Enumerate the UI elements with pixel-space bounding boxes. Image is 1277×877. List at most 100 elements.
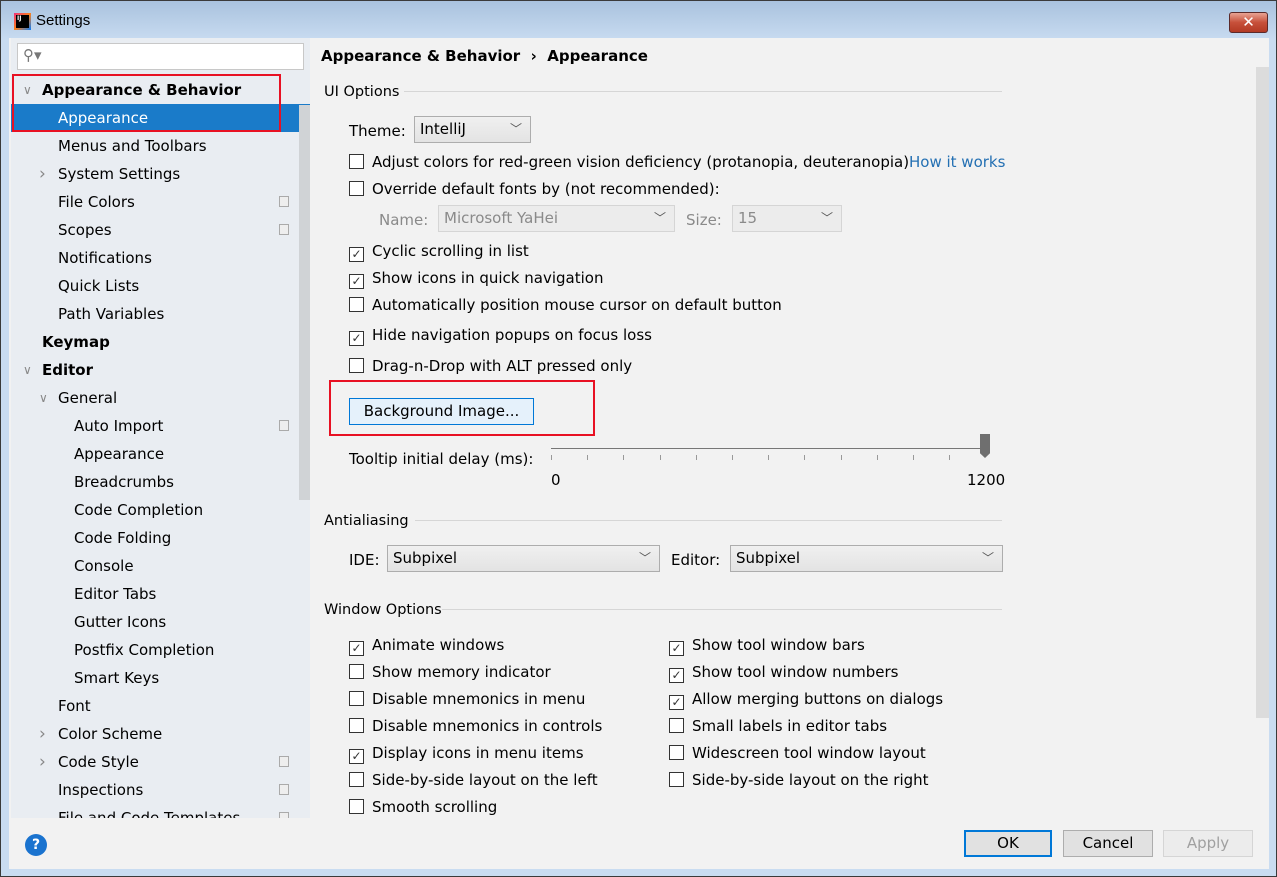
slider-track[interactable] (551, 448, 985, 449)
checkbox-box (669, 772, 684, 787)
sidebar-item-code-style[interactable]: › Code Style (11, 748, 297, 776)
chevron-right-icon[interactable]: › (39, 748, 46, 776)
checkbox-label: Widescreen tool window layout (692, 744, 926, 762)
sidebar-item-label: Menus and Toolbars (58, 137, 207, 155)
copy-icon (279, 812, 289, 818)
close-button[interactable]: ✕ (1229, 12, 1268, 33)
checkmark-icon: ✓ (669, 695, 684, 710)
side-by-side-layout-on-the-right-checkbox[interactable]: Side-by-side layout on the right (669, 771, 929, 789)
sidebar-item-label: Path Variables (58, 305, 165, 323)
sidebar-item-label: Keymap (42, 333, 110, 351)
sidebar-item-smart-keys[interactable]: Smart Keys (11, 664, 297, 692)
sidebar-item-appearance[interactable]: Appearance (11, 440, 297, 468)
slider-thumb[interactable] (980, 434, 990, 458)
cancel-button[interactable]: Cancel (1063, 830, 1153, 857)
chevron-right-icon[interactable]: › (39, 720, 46, 748)
show-icons-in-quick-navigation-checkbox[interactable]: ✓ Show icons in quick navigation (349, 269, 603, 289)
sidebar-item-color-scheme[interactable]: › Color Scheme (11, 720, 297, 748)
checkbox-label: Disable mnemonics in controls (372, 717, 603, 735)
sidebar-item-font[interactable]: Font (11, 692, 297, 720)
sidebar-item-code-folding[interactable]: Code Folding (11, 524, 297, 552)
sidebar-item-system-settings[interactable]: › System Settings (11, 160, 297, 188)
ok-button[interactable]: OK (964, 830, 1052, 857)
breadcrumb: Appearance & Behavior › Appearance (321, 47, 648, 65)
sidebar-item-path-variables[interactable]: Path Variables (11, 300, 297, 328)
sidebar-item-label: Scopes (58, 221, 112, 239)
chevron-down-icon[interactable]: ∨ (23, 356, 32, 384)
sidebar-item-console[interactable]: Console (11, 552, 297, 580)
display-icons-in-menu-items-checkbox[interactable]: ✓ Display icons in menu items (349, 744, 584, 764)
main-scrollbar[interactable] (1256, 67, 1269, 718)
disable-mnemonics-in-menu-checkbox[interactable]: Disable mnemonics in menu (349, 690, 585, 708)
checkmark-icon: ✓ (669, 668, 684, 683)
how-it-works-link[interactable]: How it works (909, 153, 1005, 171)
sidebar-item-code-completion[interactable]: Code Completion (11, 496, 297, 524)
sidebar-item-file-and-code-templates[interactable]: File and Code Templates (11, 804, 297, 818)
hide-navigation-popups-on-focus-loss-checkbox[interactable]: ✓ Hide navigation popups on focus loss (349, 326, 652, 346)
show-memory-indicator-checkbox[interactable]: Show memory indicator (349, 663, 551, 681)
sidebar-item-notifications[interactable]: Notifications (11, 244, 297, 272)
sidebar-item-general[interactable]: ∨ General (11, 384, 297, 412)
animate-windows-checkbox[interactable]: ✓ Animate windows (349, 636, 504, 656)
checkbox-label: Show icons in quick navigation (372, 269, 604, 287)
override-fonts-checkbox[interactable]: Override default fonts by (not recommend… (349, 180, 720, 198)
drag-n-drop-with-alt-pressed-only-checkbox[interactable]: Drag-n-Drop with ALT pressed only (349, 357, 632, 375)
sidebar-scrollbar[interactable] (299, 105, 310, 500)
protanopia-checkbox[interactable]: Adjust colors for red-green vision defic… (349, 153, 909, 171)
automatically-position-mouse-cursor-on-default-button-checkbox[interactable]: Automatically position mouse cursor on d… (349, 296, 782, 314)
sidebar-item-label: Auto Import (74, 417, 164, 435)
checkbox-label: Adjust colors for red-green vision defic… (372, 153, 910, 171)
checkbox-box (349, 358, 364, 373)
sidebar-item-editor-tabs[interactable]: Editor Tabs (11, 580, 297, 608)
sidebar-item-keymap[interactable]: Keymap (11, 328, 297, 356)
sidebar-item-menus-and-toolbars[interactable]: Menus and Toolbars (11, 132, 297, 160)
disable-mnemonics-in-controls-checkbox[interactable]: Disable mnemonics in controls (349, 717, 602, 735)
checkbox-box (669, 718, 684, 733)
chevron-right-icon[interactable]: › (39, 160, 46, 188)
chevron-down-icon[interactable]: ∨ (39, 384, 48, 412)
background-image-button[interactable]: Background Image... (349, 398, 534, 425)
help-button[interactable]: ? (25, 834, 47, 856)
sidebar-item-editor[interactable]: ∨ Editor (11, 356, 297, 384)
show-tool-window-bars-checkbox[interactable]: ✓ Show tool window bars (669, 636, 865, 656)
sidebar-item-label: Console (74, 557, 134, 575)
sidebar-item-quick-lists[interactable]: Quick Lists (11, 272, 297, 300)
small-labels-in-editor-tabs-checkbox[interactable]: Small labels in editor tabs (669, 717, 887, 735)
search-input[interactable]: ⚲▾ (17, 43, 304, 70)
show-tool-window-numbers-checkbox[interactable]: ✓ Show tool window numbers (669, 663, 898, 683)
checkbox-label: Disable mnemonics in menu (372, 690, 586, 708)
divider (404, 91, 1002, 92)
breadcrumb-current: Appearance (547, 47, 648, 65)
sidebar-item-gutter-icons[interactable]: Gutter Icons (11, 608, 297, 636)
sidebar-item-scopes[interactable]: Scopes (11, 216, 297, 244)
allow-merging-buttons-on-dialogs-checkbox[interactable]: ✓ Allow merging buttons on dialogs (669, 690, 943, 710)
checkbox-label: Animate windows (372, 636, 505, 654)
sidebar-item-auto-import[interactable]: Auto Import (11, 412, 297, 440)
side-by-side-layout-on-the-left-checkbox[interactable]: Side-by-side layout on the left (349, 771, 598, 789)
checkbox-label: Hide navigation popups on focus loss (372, 326, 652, 344)
sidebar-item-label: Editor (42, 361, 93, 379)
editor-antialiasing-select[interactable]: Subpixel ﹀ (730, 545, 1003, 572)
sidebar-item-label: Breadcrumbs (74, 473, 174, 491)
chevron-down-icon: ﹀ (981, 551, 994, 565)
checkbox-label: Cyclic scrolling in list (372, 242, 529, 260)
chevron-down-icon: ﹀ (509, 122, 522, 136)
sidebar-item-label: Code Style (58, 753, 139, 771)
smooth-scrolling-checkbox[interactable]: Smooth scrolling (349, 798, 497, 816)
sidebar-item-breadcrumbs[interactable]: Breadcrumbs (11, 468, 297, 496)
ide-antialiasing-select[interactable]: Subpixel ﹀ (387, 545, 660, 572)
cyclic-scrolling-in-list-checkbox[interactable]: ✓ Cyclic scrolling in list (349, 242, 529, 262)
sidebar-item-postfix-completion[interactable]: Postfix Completion (11, 636, 297, 664)
theme-select[interactable]: IntelliJ ﹀ (414, 116, 531, 143)
checkbox-box (349, 181, 364, 196)
sidebar-item-inspections[interactable]: Inspections (11, 776, 297, 804)
widescreen-tool-window-layout-checkbox[interactable]: Widescreen tool window layout (669, 744, 926, 762)
copy-icon (279, 224, 289, 235)
checkbox-box (349, 154, 364, 169)
checkbox-label: Display icons in menu items (372, 744, 584, 762)
sidebar-item-label: Notifications (58, 249, 152, 267)
sidebar-item-file-colors[interactable]: File Colors (11, 188, 297, 216)
section-window-options: Window Options (324, 602, 442, 618)
slider-tick (551, 455, 552, 460)
sidebar-item-label: Appearance (74, 445, 165, 463)
